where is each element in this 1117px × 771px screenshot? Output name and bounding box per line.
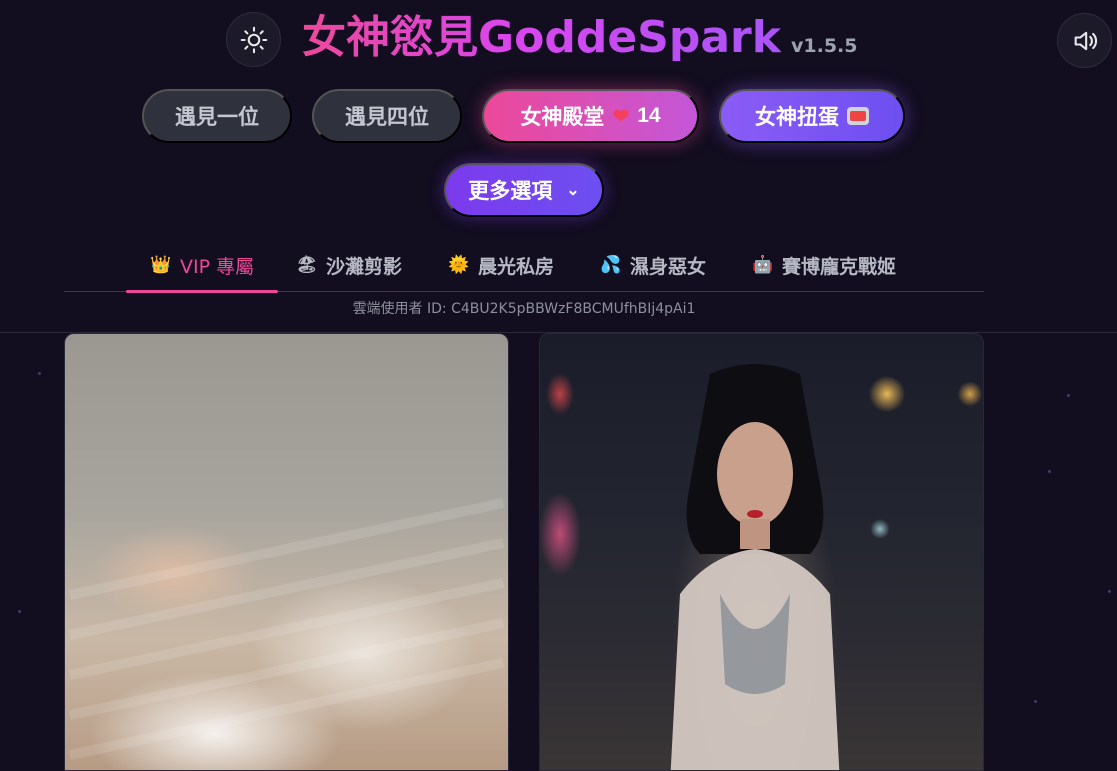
meet-one-button[interactable]: 遇見一位 bbox=[142, 89, 292, 143]
version-label: v1.5.5 bbox=[791, 35, 858, 57]
tab-cyberpunk[interactable]: 🤖 賽博龐克戰姬 bbox=[752, 238, 896, 292]
meet-one-label: 遇見一位 bbox=[175, 106, 259, 129]
meet-four-label: 遇見四位 bbox=[345, 106, 429, 129]
category-tabs: 👑 VIP 專屬 🏖 沙灘剪影 🌞 晨光私房 💦 濕身惡女 🤖 賽博龐克戰姬 bbox=[64, 238, 984, 293]
photo-card-2[interactable] bbox=[539, 333, 984, 771]
goddess-gacha-label: 女神扭蛋 bbox=[755, 106, 839, 129]
meet-four-button[interactable]: 遇見四位 bbox=[312, 89, 462, 143]
beach-umbrella-icon: 🏖 bbox=[296, 255, 318, 275]
chevron-down-icon: ⌄ bbox=[566, 182, 580, 199]
tab-wet[interactable]: 💦 濕身惡女 bbox=[600, 238, 706, 292]
crown-icon: 👑 bbox=[150, 255, 172, 275]
more-options-label: 更多選項 bbox=[468, 180, 553, 203]
tab-label: VIP 專屬 bbox=[180, 255, 255, 278]
sun-glow-icon: 🌞 bbox=[448, 255, 470, 275]
goddess-hall-count: 14 bbox=[637, 104, 661, 127]
theme-toggle-button[interactable] bbox=[226, 12, 281, 67]
goddess-gacha-button[interactable]: 女神扭蛋 bbox=[719, 89, 905, 143]
tab-beach[interactable]: 🏖 沙灘剪影 bbox=[296, 238, 402, 292]
tab-vip[interactable]: 👑 VIP 專屬 bbox=[126, 238, 279, 293]
photo-card-1[interactable] bbox=[64, 333, 509, 771]
robot-icon: 🤖 bbox=[752, 255, 774, 275]
more-options-button[interactable]: 更多選項 ⌄ bbox=[444, 163, 604, 217]
tab-label: 濕身惡女 bbox=[630, 255, 707, 278]
app-header: 女神慾見GoddeSpark v1.5.5 bbox=[302, 8, 858, 68]
speaker-icon bbox=[1074, 31, 1097, 50]
slot-machine-icon bbox=[847, 107, 869, 125]
tab-label: 晨光私房 bbox=[478, 255, 555, 278]
tab-label: 賽博龐克戰姬 bbox=[782, 255, 897, 278]
goddess-hall-button[interactable]: 女神殿堂 ❤ 14 bbox=[482, 89, 699, 143]
portrait-figure bbox=[670, 364, 840, 770]
user-id-text: 雲端使用者 ID: C4BU2K5pBBWzF8BCMUfhBIj4pAi1 bbox=[352, 301, 696, 317]
sun-icon bbox=[240, 26, 267, 53]
tab-morning[interactable]: 🌞 晨光私房 bbox=[448, 238, 554, 292]
app-title: 女神慾見GoddeSpark bbox=[302, 8, 781, 68]
heart-icon: ❤ bbox=[612, 105, 630, 128]
tab-label: 沙灘剪影 bbox=[326, 255, 403, 278]
water-drops-icon: 💦 bbox=[600, 255, 622, 275]
sound-toggle-button[interactable] bbox=[1057, 13, 1112, 68]
goddess-hall-label: 女神殿堂 bbox=[520, 106, 605, 129]
